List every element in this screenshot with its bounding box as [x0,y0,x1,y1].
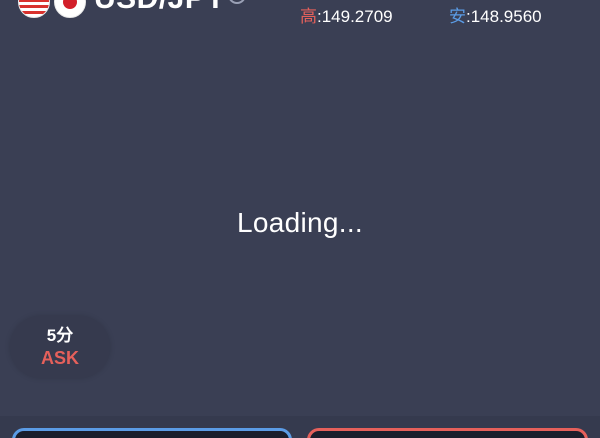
timeframe-button[interactable]: 5分 ASK [10,316,110,378]
price-type-label: ASK [40,348,79,368]
loading-indicator: Loading... [237,207,363,238]
us-flag-icon [18,0,50,18]
pair-select-icon[interactable] [228,0,246,4]
sell-button[interactable] [12,428,292,438]
pair-header: USD/JPY 高:149.2709 安:148.9560 [0,0,600,26]
low-value: :148.9560 [466,7,542,26]
timeframe-interval: 5分 [46,326,74,345]
low-price: 安:148.9560 [449,2,542,27]
high-label: 高 [300,7,317,26]
low-label: 安 [449,7,466,26]
high-price: 高:149.2709 [300,2,393,27]
jp-flag-icon [54,0,86,18]
high-value: :149.2709 [317,7,393,26]
fx-chart-screen: USD/JPY 高:149.2709 安:148.9560 Loading...… [0,0,600,438]
buy-button[interactable] [307,428,588,438]
currency-pair-title[interactable]: USD/JPY [94,0,226,16]
